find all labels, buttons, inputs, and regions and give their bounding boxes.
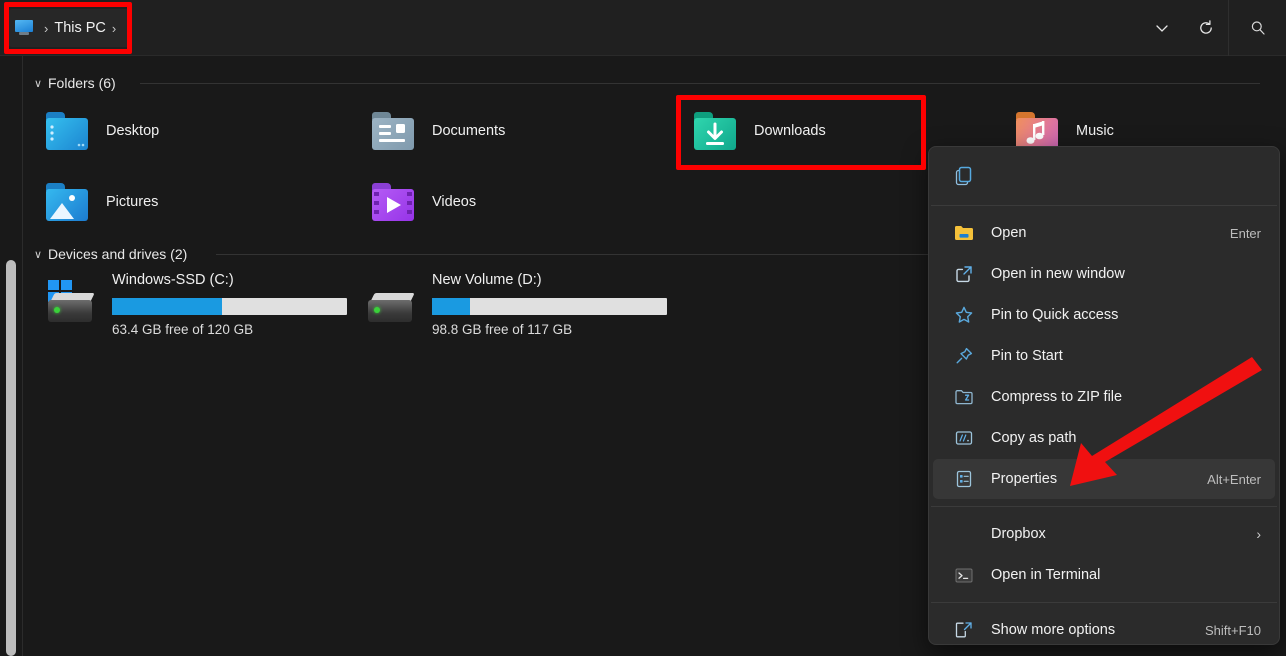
breadcrumb-separator-right: › [112,21,116,36]
dropbox-icon-placeholder [951,523,977,545]
pin-icon [951,345,977,367]
pane-divider [22,56,23,656]
menu-item-open[interactable]: Open Enter [933,213,1275,253]
drive-tile-d[interactable]: New Volume (D:) 98.8 GB free of 117 GB [364,272,684,344]
addressbar-buttons [1140,0,1286,56]
folder-label: Pictures [106,194,158,210]
menu-item-label: Dropbox [991,526,1256,542]
menu-item-pin-to-quick-access[interactable]: Pin to Quick access [933,295,1275,335]
menu-item-label: Compress to ZIP file [991,389,1261,405]
this-pc-icon [14,19,34,37]
group-label-devices: Devices and drives (2) [48,246,187,262]
group-label-folders: Folders (6) [48,75,116,91]
menu-item-label: Pin to Quick access [991,307,1261,323]
menu-item-open-in-terminal[interactable]: Open in Terminal [933,555,1275,595]
context-menu: Open Enter Open in new window Pin to Qui… [928,146,1280,645]
folder-label: Desktop [106,123,159,139]
chevron-right-icon: › [1256,526,1261,542]
breadcrumb[interactable]: › This PC › [8,9,132,47]
group-header-devices[interactable]: ∨ Devices and drives (2) [34,246,187,262]
menu-item-properties[interactable]: Properties Alt+Enter [933,459,1275,499]
folder-label: Documents [432,123,505,139]
chevron-down-icon[interactable] [1140,9,1184,47]
star-icon [951,304,977,326]
menu-item-label: Open in new window [991,266,1261,282]
menu-item-label: Pin to Start [991,348,1261,364]
group-rule-folders [140,83,1260,84]
menu-item-compress-to-zip[interactable]: Compress to ZIP file [933,377,1275,417]
new-window-icon [951,263,977,285]
menu-item-label: Open [991,225,1230,241]
folder-tile-videos[interactable]: Videos [370,172,476,232]
drive-usage-bar [432,298,667,315]
pictures-folder-icon [44,183,90,221]
folder-tile-pictures[interactable]: Pictures [44,172,158,232]
copy-icon[interactable] [951,165,977,187]
menu-item-label: Properties [991,471,1207,487]
group-header-folders[interactable]: ∨ Folders (6) [34,75,116,91]
menu-item-open-in-new-window[interactable]: Open in new window [933,254,1275,294]
folder-open-icon [951,222,977,244]
zip-icon [951,386,977,408]
menu-item-accel: Enter [1230,226,1261,241]
chevron-down-icon: ∨ [34,248,48,261]
documents-folder-icon [370,112,416,150]
drive-icon [364,288,418,324]
desktop-folder-icon [44,112,90,150]
vertical-scrollbar[interactable] [6,260,16,656]
folder-tile-desktop[interactable]: Desktop [44,101,159,161]
breadcrumb-label: This PC [54,20,106,36]
address-bar: › This PC › [0,0,1286,56]
menu-item-copy-as-path[interactable]: Copy as path [933,418,1275,458]
music-folder-icon [1014,112,1060,150]
drive-free-text: 98.8 GB free of 117 GB [432,322,572,337]
drive-name: New Volume (D:) [432,272,542,288]
refresh-icon[interactable] [1184,9,1228,47]
more-options-icon [951,619,977,641]
drive-tile-c[interactable]: Windows-SSD (C:) 63.4 GB free of 120 GB [44,272,364,344]
drive-usage-bar [112,298,347,315]
menu-item-dropbox[interactable]: Dropbox › [933,514,1275,554]
videos-folder-icon [370,183,416,221]
folder-tile-documents[interactable]: Documents [370,101,505,161]
terminal-icon [951,564,977,586]
chevron-down-icon: ∨ [34,77,48,90]
menu-item-label: Show more options [991,622,1205,638]
downloads-folder-icon [692,112,738,150]
folder-tile-downloads[interactable]: Downloads [692,101,826,161]
menu-item-label: Open in Terminal [991,567,1261,583]
folder-label: Music [1076,123,1114,139]
menu-item-label: Copy as path [991,430,1261,446]
menu-item-accel: Shift+F10 [1205,623,1261,638]
context-menu-toolbar [929,147,1279,205]
windows-drive-icon [44,288,98,324]
breadcrumb-separator-left: › [44,21,48,36]
menu-item-accel: Alt+Enter [1207,472,1261,487]
folder-label: Videos [432,194,476,210]
drive-free-text: 63.4 GB free of 120 GB [112,322,253,337]
file-explorer-window: › This PC › [0,0,1286,656]
search-icon[interactable] [1228,0,1286,56]
properties-icon [951,468,977,490]
drive-name: Windows-SSD (C:) [112,272,234,288]
folder-label: Downloads [754,123,826,139]
menu-item-pin-to-start[interactable]: Pin to Start [933,336,1275,376]
copy-path-icon [951,427,977,449]
menu-item-show-more-options[interactable]: Show more options Shift+F10 [933,610,1275,645]
